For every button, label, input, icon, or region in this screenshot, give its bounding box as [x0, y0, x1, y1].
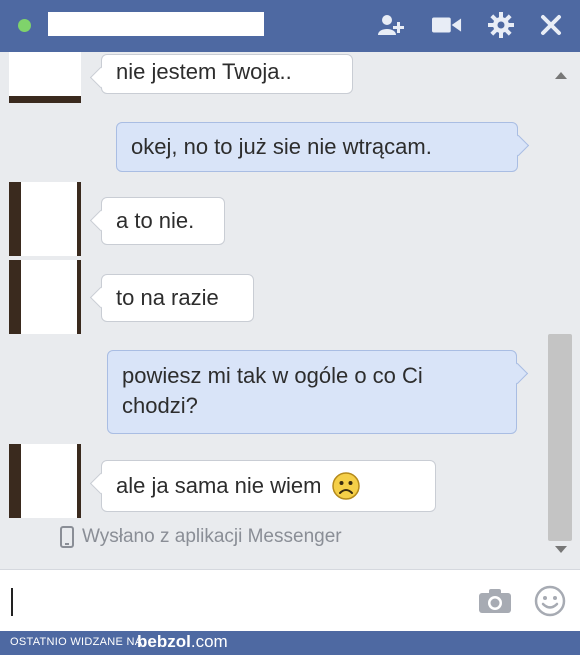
- message-incoming: nie jestem Twoja..: [101, 54, 353, 94]
- video-call-icon[interactable]: [432, 10, 462, 40]
- message-text: okej, no to już sie nie wtrącam.: [131, 134, 432, 159]
- scrollbar-thumb[interactable]: [548, 334, 572, 541]
- add-friend-icon[interactable]: [377, 10, 407, 40]
- footer-label: OSTATNIO WIDZANE NA: [10, 636, 143, 648]
- text-cursor: [11, 588, 13, 616]
- message-incoming: ale ja sama nie wiem: [101, 460, 436, 512]
- avatar[interactable]: [9, 182, 81, 256]
- sent-from-note: Wysłano z aplikacji Messenger: [60, 526, 342, 548]
- message-text: nie jestem Twoja..: [116, 59, 292, 84]
- message-composer[interactable]: [0, 569, 580, 632]
- watermark-footer: OSTATNIO WIDZANE NA bebzol.com: [0, 631, 580, 655]
- close-icon[interactable]: [536, 10, 566, 40]
- brand-logo[interactable]: bebzol.com: [137, 632, 228, 652]
- message-incoming: a to nie.: [101, 197, 225, 245]
- chat-titlebar: [0, 0, 580, 52]
- online-status-indicator: [18, 19, 31, 32]
- settings-gear-icon[interactable]: [486, 10, 516, 40]
- scroll-up-arrow-icon[interactable]: [555, 72, 567, 79]
- message-text: powiesz mi tak w ogóle o co Ci chodzi?: [122, 363, 423, 418]
- sad-face-icon: [332, 472, 361, 500]
- message-outgoing: powiesz mi tak w ogóle o co Ci chodzi?: [107, 350, 517, 434]
- scrollbar[interactable]: [545, 62, 575, 562]
- contact-name-redacted[interactable]: [48, 12, 264, 36]
- brand-tld: .com: [190, 632, 228, 651]
- smiley-icon[interactable]: [534, 585, 566, 617]
- message-outgoing: okej, no to już sie nie wtrącam.: [116, 122, 518, 172]
- camera-icon[interactable]: [478, 588, 512, 614]
- mobile-phone-icon: [60, 526, 74, 548]
- message-text: to na razie: [116, 285, 219, 310]
- avatar[interactable]: [9, 444, 81, 518]
- avatar[interactable]: [9, 260, 81, 334]
- brand-main: bebzol: [137, 632, 191, 651]
- sent-from-text: Wysłano z aplikacji Messenger: [82, 526, 342, 547]
- scroll-down-arrow-icon[interactable]: [555, 546, 567, 553]
- message-incoming: to na razie: [101, 274, 254, 322]
- chat-conversation[interactable]: nie jestem Twoja.. okej, no to już sie n…: [0, 52, 580, 569]
- message-text: ale ja sama nie wiem: [116, 473, 322, 498]
- message-text: a to nie.: [116, 208, 195, 233]
- avatar[interactable]: [9, 52, 81, 103]
